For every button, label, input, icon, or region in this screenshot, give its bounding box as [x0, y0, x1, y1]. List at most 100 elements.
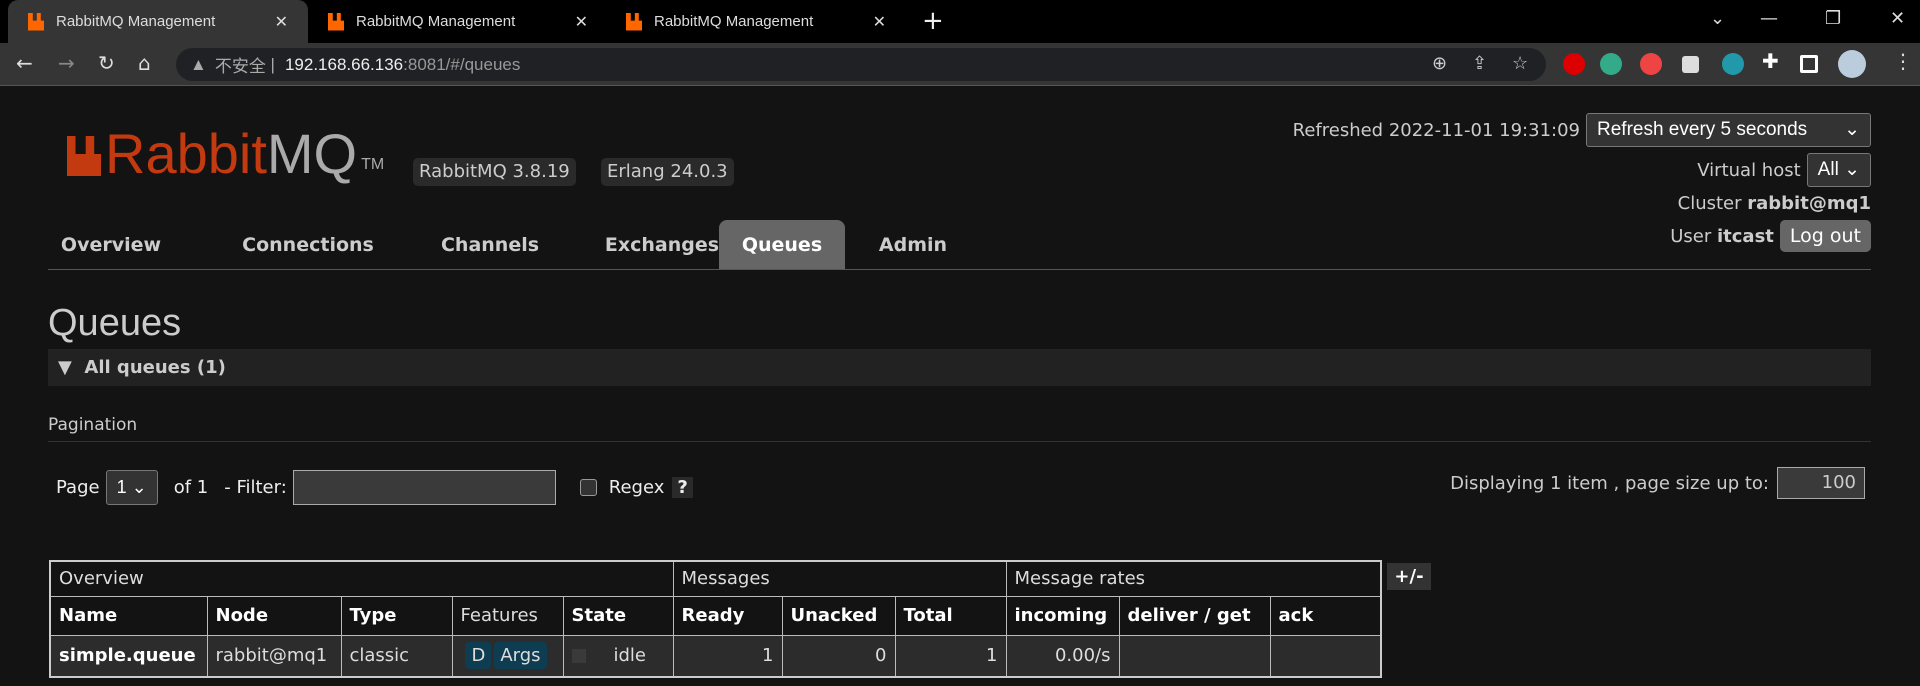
rate-ack [1269, 634, 1382, 678]
all-queues-section-toggle[interactable]: ▼ All queues (1) [48, 349, 1871, 386]
close-window-icon[interactable]: ✕ [1890, 8, 1905, 29]
share-icon[interactable]: ⇪ [1472, 53, 1487, 74]
section-title: All queues (1) [84, 357, 226, 378]
close-tab-icon[interactable]: ✕ [275, 12, 288, 32]
browser-tab[interactable]: RabbitMQ Management ✕ [308, 0, 608, 43]
profile-avatar[interactable] [1838, 50, 1866, 78]
column-header-total[interactable]: Total [894, 595, 1007, 636]
erlang-badge: Erlang 24.0.3 [601, 158, 734, 186]
displaying-text: Displaying 1 item , page size up to: [1450, 472, 1769, 494]
vhost-label: Virtual host [1697, 159, 1801, 181]
collapse-triangle-icon: ▼ [58, 357, 72, 378]
page-select[interactable]: 1 ⌄ [105, 470, 158, 505]
state-indicator-icon [571, 649, 586, 664]
column-header-state[interactable]: State [562, 595, 674, 636]
refresh-interval-select[interactable]: Refresh every 5 seconds ⌄ [1586, 113, 1871, 147]
chevron-down-icon: ⌄ [1844, 159, 1860, 180]
tab-search-icon[interactable]: ⌄ [1710, 8, 1725, 29]
zoom-icon[interactable]: ⊕ [1432, 53, 1447, 74]
bowl-extension-icon[interactable] [1722, 53, 1744, 75]
queues-table: Overview Messages Message rates Name Nod… [49, 560, 1382, 678]
page-label: Page [56, 477, 100, 498]
page-size-input[interactable]: 100 [1777, 467, 1865, 499]
pagination-controls: Page 1 ⌄ of 1 - Filter: Regex ? [56, 470, 693, 505]
browser-toolbar: ← → ↻ ⌂ ▲ 不安全 | 192.168.66.136:8081/#/qu… [0, 43, 1920, 86]
reload-icon[interactable]: ↻ [98, 51, 115, 75]
feature-durable-badge: D [465, 642, 492, 670]
browser-tab-bar: RabbitMQ Management ✕ RabbitMQ Management… [0, 0, 1920, 43]
close-tab-icon[interactable]: ✕ [575, 12, 588, 32]
tab-queues[interactable]: Queues [719, 220, 845, 269]
logo-text-rabbit: Rabbit [105, 122, 267, 185]
tab-overview[interactable]: Overview [48, 220, 174, 269]
home-icon[interactable]: ⌂ [138, 51, 151, 75]
new-tab-icon[interactable]: + [922, 6, 944, 36]
adblock-extension-icon[interactable] [1563, 53, 1585, 75]
page-select-value: 1 [116, 477, 127, 497]
vhost-select-value: All [1817, 159, 1839, 180]
group-header-overview: Overview [49, 560, 674, 597]
cluster-value: rabbit@mq1 [1747, 193, 1871, 214]
queue-node: rabbit@mq1 [206, 634, 342, 678]
rate-deliver-get [1118, 634, 1271, 678]
table-row[interactable]: simple.queue rabbit@mq1 classic D Args id… [49, 634, 1382, 678]
column-header-node[interactable]: Node [206, 595, 342, 636]
checkbox-extension-icon[interactable] [1682, 56, 1699, 73]
back-icon[interactable]: ← [16, 51, 33, 75]
browser-tab[interactable]: RabbitMQ Management ✕ [8, 0, 308, 43]
filter-input[interactable] [292, 470, 556, 505]
messages-ready: 1 [672, 634, 783, 678]
side-panel-icon[interactable] [1800, 55, 1818, 73]
filter-label: - Filter: [224, 477, 287, 498]
page-title: Queues [48, 302, 182, 344]
menu-kebab-icon[interactable]: ⋮ [1893, 49, 1915, 73]
regex-checkbox[interactable] [579, 479, 597, 496]
rabbitmq-favicon-icon [328, 12, 344, 31]
version-badge: RabbitMQ 3.8.19 [413, 158, 576, 186]
insecure-label: 不安全 [214, 57, 266, 76]
logo-text-mq: MQ [266, 122, 358, 185]
extensions-puzzle-icon[interactable]: ✚ [1762, 49, 1784, 73]
rabbitmq-logo[interactable]: Rabbit MQ TM [67, 126, 384, 182]
minimize-icon[interactable]: — [1760, 8, 1778, 29]
bookmark-star-icon[interactable]: ☆ [1512, 53, 1528, 74]
column-header-deliver-get[interactable]: deliver / get [1118, 595, 1271, 636]
vhost-select[interactable]: All ⌄ [1806, 153, 1871, 187]
tab-title: RabbitMQ Management [56, 13, 216, 30]
url-path: :8081/#/queues [403, 54, 521, 74]
forward-icon[interactable]: → [58, 51, 75, 75]
cluster-label: Cluster [1677, 193, 1742, 214]
logo-tm: TM [361, 156, 385, 173]
toggle-columns-button[interactable]: +/- [1387, 563, 1431, 590]
rabbitmq-favicon-icon [626, 12, 642, 31]
tab-connections[interactable]: Connections [214, 220, 402, 269]
column-header-ready[interactable]: Ready [672, 595, 783, 636]
queue-state: idle [613, 645, 647, 667]
column-header-name[interactable]: Name [49, 595, 208, 636]
group-header-messages: Messages [672, 560, 1007, 597]
rabbit-logo-icon [67, 136, 101, 176]
feature-args-badge: Args [494, 642, 547, 670]
page-size-controls: Displaying 1 item , page size up to: 100 [1450, 467, 1865, 499]
url-host: 192.168.66.136 [284, 54, 404, 74]
column-header-ack[interactable]: ack [1269, 595, 1382, 636]
messages-total: 1 [894, 634, 1007, 678]
page-of-label: of 1 [173, 477, 209, 498]
refreshed-text: Refreshed 2022-11-01 19:31:09 [1292, 119, 1580, 141]
browser-tab[interactable]: RabbitMQ Management ✕ [606, 0, 906, 43]
download-extension-icon[interactable] [1600, 53, 1622, 75]
tab-admin[interactable]: Admin [858, 220, 968, 269]
queue-name-link[interactable]: simple.queue [49, 634, 208, 678]
column-header-type[interactable]: Type [340, 595, 453, 636]
address-bar[interactable]: ▲ 不安全 | 192.168.66.136:8081/#/queues ⊕ ⇪… [176, 48, 1546, 81]
column-header-incoming[interactable]: incoming [1005, 595, 1120, 636]
restore-icon[interactable]: ❐ [1825, 8, 1841, 29]
pagination-heading: Pagination [48, 415, 1871, 442]
regex-help-button[interactable]: ? [672, 477, 693, 498]
tab-channels[interactable]: Channels [410, 220, 570, 269]
infinity-extension-icon[interactable] [1640, 53, 1662, 75]
column-header-unacked[interactable]: Unacked [781, 595, 896, 636]
close-tab-icon[interactable]: ✕ [873, 12, 886, 32]
refresh-select-value: Refresh every 5 seconds [1597, 119, 1808, 140]
column-header-features: Features [451, 595, 564, 636]
